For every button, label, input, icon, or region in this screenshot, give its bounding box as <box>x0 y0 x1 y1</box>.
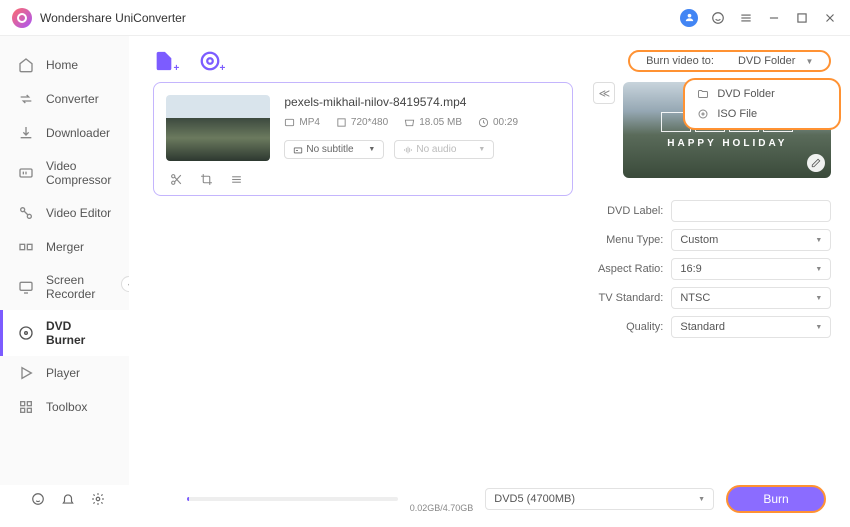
sidebar-item-downloader[interactable]: Downloader <box>0 116 129 150</box>
sidebar: Home Converter Downloader Video Compress… <box>0 36 129 485</box>
app-title: Wondershare UniConverter <box>40 11 186 25</box>
sidebar-label: Merger <box>46 240 84 254</box>
file-format: MP4 <box>299 117 320 128</box>
add-disc-button[interactable]: + <box>199 50 221 72</box>
aspect-ratio-label: Aspect Ratio: <box>593 263 663 275</box>
sidebar-label: Downloader <box>46 126 110 140</box>
disk-type-select[interactable]: DVD5 (4700MB)▼ <box>485 488 714 510</box>
titlebar: Wondershare UniConverter <box>0 0 850 36</box>
tv-standard-label: TV Standard: <box>593 292 663 304</box>
file-duration: 00:29 <box>493 117 518 128</box>
sidebar-label: Video Editor <box>46 206 111 220</box>
sidebar-label: Screen Recorder <box>46 273 111 301</box>
notification-icon[interactable] <box>60 491 76 507</box>
file-resolution: 720*480 <box>351 117 388 128</box>
menu-type-select[interactable]: Custom▼ <box>671 229 831 251</box>
quality-label: Quality: <box>593 321 663 333</box>
sidebar-item-player[interactable]: Player <box>0 356 129 390</box>
audio-select[interactable]: No audio▼ <box>394 140 494 159</box>
file-name: pexels-mikhail-nilov-8419574.mp4 <box>284 95 560 109</box>
burn-button[interactable]: Burn <box>726 485 826 513</box>
burn-progress-bar <box>187 497 398 501</box>
sidebar-label: Toolbox <box>46 400 87 414</box>
app-logo <box>12 8 32 28</box>
burn-to-dropdown: DVD Folder ISO File <box>683 78 841 130</box>
menu-type-label: Menu Type: <box>593 234 663 246</box>
sidebar-item-dvd-burner[interactable]: DVD Burner <box>0 310 129 356</box>
maximize-button[interactable] <box>794 10 810 26</box>
sidebar-item-screen-recorder[interactable]: Screen Recorder <box>0 264 129 310</box>
sidebar-label: Home <box>46 58 78 72</box>
sidebar-item-converter[interactable]: Converter <box>0 82 129 116</box>
minimize-button[interactable] <box>766 10 782 26</box>
settings-icon[interactable] <box>90 491 106 507</box>
sidebar-label: Video Compressor <box>46 159 111 187</box>
subtitle-select[interactable]: No subtitle▼ <box>284 140 384 159</box>
quality-select[interactable]: Standard▼ <box>671 316 831 338</box>
toolbar: + + Burn video to: DVD Folder ▼ DVD Fold… <box>129 36 850 76</box>
burn-to-option-dvd-folder[interactable]: DVD Folder <box>685 84 839 104</box>
sidebar-item-home[interactable]: Home <box>0 48 129 82</box>
sidebar-label: Converter <box>46 92 99 106</box>
aspect-ratio-select[interactable]: 16:9▼ <box>671 258 831 280</box>
edit-menu-button[interactable] <box>807 154 825 172</box>
sidebar-label: DVD Burner <box>46 319 111 347</box>
effects-button[interactable] <box>226 169 246 189</box>
bottom-bar: 0.02GB/4.70GB DVD5 (4700MB)▼ Burn <box>0 485 850 527</box>
burn-to-value: DVD Folder <box>738 55 795 67</box>
close-button[interactable] <box>822 10 838 26</box>
burn-to-option-iso-file[interactable]: ISO File <box>685 104 839 124</box>
burn-to-label: Burn video to: <box>646 55 714 67</box>
right-panel: ≪ HAPPY HOLIDAY DVD Label: Menu Type: Cus… <box>593 82 831 479</box>
chevron-down-icon: ▼ <box>805 57 813 66</box>
dvd-label-input[interactable] <box>671 200 831 222</box>
preview-title: HAPPY HOLIDAY <box>667 138 787 149</box>
sidebar-label: Player <box>46 366 80 380</box>
sidebar-item-toolbox[interactable]: Toolbox <box>0 390 129 424</box>
burn-to-selector[interactable]: Burn video to: DVD Folder ▼ <box>628 50 831 72</box>
support-icon[interactable] <box>710 10 726 26</box>
file-thumbnail <box>166 95 270 161</box>
sidebar-item-merger[interactable]: Merger <box>0 230 129 264</box>
dvd-label-label: DVD Label: <box>593 205 663 217</box>
template-back-button[interactable]: ≪ <box>593 82 615 104</box>
file-card[interactable]: pexels-mikhail-nilov-8419574.mp4 MP4 720… <box>153 82 573 196</box>
trim-button[interactable] <box>166 169 186 189</box>
add-file-button[interactable]: + <box>153 50 175 72</box>
sidebar-item-compressor[interactable]: Video Compressor <box>0 150 129 196</box>
account-icon[interactable] <box>680 9 698 27</box>
sidebar-item-editor[interactable]: Video Editor <box>0 196 129 230</box>
progress-text: 0.02GB/4.70GB <box>410 503 474 513</box>
crop-button[interactable] <box>196 169 216 189</box>
file-size: 18.05 MB <box>419 117 462 128</box>
main-panel: + + Burn video to: DVD Folder ▼ DVD Fold… <box>129 36 850 485</box>
tv-standard-select[interactable]: NTSC▼ <box>671 287 831 309</box>
feedback-icon[interactable] <box>30 491 46 507</box>
menu-icon[interactable] <box>738 10 754 26</box>
